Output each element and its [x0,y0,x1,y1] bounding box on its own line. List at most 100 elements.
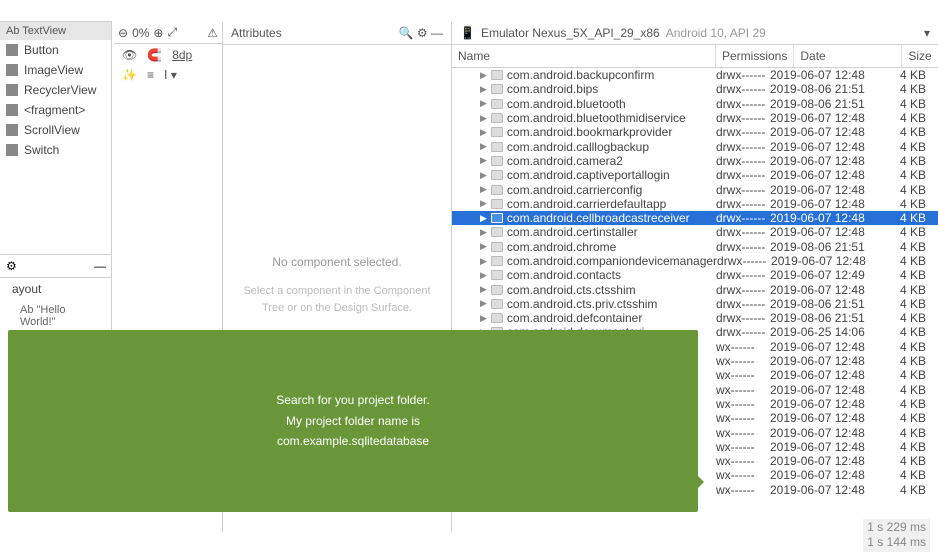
expand-icon[interactable]: ▶ [480,284,487,295]
expand-icon[interactable]: ▶ [480,256,487,267]
expand-icon[interactable]: ▶ [480,241,487,252]
file-perm: drwx------ [716,225,770,239]
table-row[interactable]: ▶com.android.companiondevicemanagerdrwx-… [452,254,938,268]
expand-icon[interactable]: ▶ [480,213,487,224]
file-name: com.android.carrierdefaultapp [507,197,666,211]
table-row[interactable]: ▶com.android.bluetoothmidiservicedrwx---… [452,111,938,125]
zoom-fit-icon[interactable]: ⤢ [167,25,177,40]
folder-icon [491,113,503,123]
file-size: 4 KB [878,168,938,182]
file-date: 2019-08-06 21:51 [770,297,878,311]
palette-item[interactable]: <fragment> [0,100,111,120]
table-row[interactable]: ▶com.android.carrierdefaultappdrwx------… [452,197,938,211]
file-name: com.android.bluetooth [507,97,626,111]
align-icon[interactable]: ≡ [147,68,154,82]
file-size: 4 KB [878,211,938,225]
warnings-icon[interactable]: ⚠ [207,26,218,40]
file-size: 4 KB [878,340,938,354]
expand-icon[interactable]: ▶ [480,198,487,209]
guideline-icon[interactable]: Ⅰ ▾ [164,68,177,82]
device-api: Android 10, API 29 [666,26,766,40]
zoom-out-icon[interactable]: ⊖ [118,26,128,40]
tree-hello-world[interactable]: Ab "Hello World!" [0,300,112,332]
file-name: com.android.contacts [507,268,621,282]
col-permissions[interactable]: Permissions [716,45,794,67]
widget-label: Switch [24,143,59,157]
table-row[interactable]: ▶com.android.carrierconfigdrwx------2019… [452,182,938,196]
wand-icon[interactable]: ✨ [122,68,137,82]
file-perm: wx------ [716,440,770,454]
expand-icon[interactable]: ▶ [480,127,487,138]
table-row[interactable]: ▶com.android.backupconfirmdrwx------2019… [452,68,938,82]
expand-icon[interactable]: ▶ [480,113,487,124]
table-row[interactable]: ▶com.android.cellbroadcastreceiverdrwx--… [452,211,938,225]
table-row[interactable]: ▶com.android.defcontainerdrwx------2019-… [452,311,938,325]
tree-collapse-icon[interactable]: — [94,259,106,273]
zoom-in-icon[interactable]: ⊕ [153,26,163,40]
expand-icon[interactable]: ▶ [480,313,487,324]
file-size: 4 KB [878,325,938,339]
expand-icon[interactable]: ▶ [480,184,487,195]
expand-icon[interactable]: ▶ [480,270,487,281]
table-row[interactable]: ▶com.android.chromedrwx------2019-08-06 … [452,240,938,254]
table-row[interactable]: ▶com.android.cts.priv.ctsshimdrwx------2… [452,297,938,311]
component-tree: ⚙ — ayout Ab "Hello World!" [0,254,112,332]
attr-empty-sub: Select a component in the Component Tree… [239,283,435,316]
table-row[interactable]: ▶com.android.calllogbackupdrwx------2019… [452,139,938,153]
palette-item[interactable]: Switch [0,140,111,160]
table-row[interactable]: ▶com.android.cts.ctsshimdrwx------2019-0… [452,282,938,296]
col-size[interactable]: Size [902,45,938,67]
table-row[interactable]: ▶com.android.camera2drwx------2019-06-07… [452,154,938,168]
col-date[interactable]: Date [794,45,902,67]
file-perm: wx------ [716,383,770,397]
table-row[interactable]: ▶com.android.bipsdrwx------2019-08-06 21… [452,82,938,96]
expand-icon[interactable]: ▶ [480,98,487,109]
file-date: 2019-06-07 12:48 [770,197,878,211]
expand-icon[interactable]: ▶ [480,298,487,309]
expand-icon[interactable]: ▶ [480,227,487,238]
col-name[interactable]: Name [452,45,716,67]
table-row[interactable]: ▶com.android.captiveportallogindrwx-----… [452,168,938,182]
palette-item[interactable]: ImageView [0,60,111,80]
folder-icon [491,270,503,280]
file-size: 4 KB [878,125,938,139]
attr-search-icon[interactable]: 🔍 [399,26,414,40]
tree-root-layout[interactable]: ayout [0,278,112,300]
device-selector[interactable]: 📱 Emulator Nexus_5X_API_29_x86 Android 1… [452,22,938,45]
design-toolbar: 👁 🧲 8dp ✨ ≡ Ⅰ ▾ [122,48,192,82]
tree-gear-icon[interactable]: ⚙ [6,259,17,273]
expand-icon[interactable]: ▶ [480,141,487,152]
palette-item[interactable]: Button [0,40,111,60]
eye-icon[interactable]: 👁 [122,48,137,62]
table-row[interactable]: ▶com.android.contactsdrwx------2019-06-0… [452,268,938,282]
callout-line3: com.example.sqlitedatabase [277,431,429,451]
default-margin[interactable]: 8dp [172,48,192,62]
magnet-icon[interactable]: 🧲 [147,48,162,62]
expand-icon[interactable]: ▶ [480,70,487,81]
file-size: 4 KB [878,368,938,382]
expand-icon[interactable]: ▶ [480,170,487,181]
file-size: 4 KB [878,140,938,154]
file-name: com.android.bookmarkprovider [507,125,672,139]
file-size: 4 KB [879,254,938,268]
file-size: 4 KB [878,240,938,254]
table-row[interactable]: ▶com.android.bookmarkproviderdrwx------2… [452,125,938,139]
palette-item[interactable]: ScrollView [0,120,111,140]
attr-gear-icon[interactable]: ⚙ [417,26,428,40]
table-row[interactable]: ▶com.android.certinstallerdrwx------2019… [452,225,938,239]
file-name: com.android.carrierconfig [507,183,642,197]
folder-icon [491,242,503,252]
folder-icon [491,170,503,180]
file-perm: drwx------ [716,268,770,282]
expand-icon[interactable]: ▶ [480,84,487,95]
table-row[interactable]: ▶com.android.bluetoothdrwx------2019-08-… [452,97,938,111]
file-size: 4 KB [878,440,938,454]
file-size: 4 KB [878,383,938,397]
palette-section-textview[interactable]: Ab TextView [0,22,111,40]
file-date: 2019-06-07 12:48 [770,383,878,397]
palette-item[interactable]: RecyclerView [0,80,111,100]
file-perm: wx------ [716,411,770,425]
file-name: com.android.bluetoothmidiservice [507,111,686,125]
attr-collapse-icon[interactable]: — [431,26,443,40]
expand-icon[interactable]: ▶ [480,155,487,166]
